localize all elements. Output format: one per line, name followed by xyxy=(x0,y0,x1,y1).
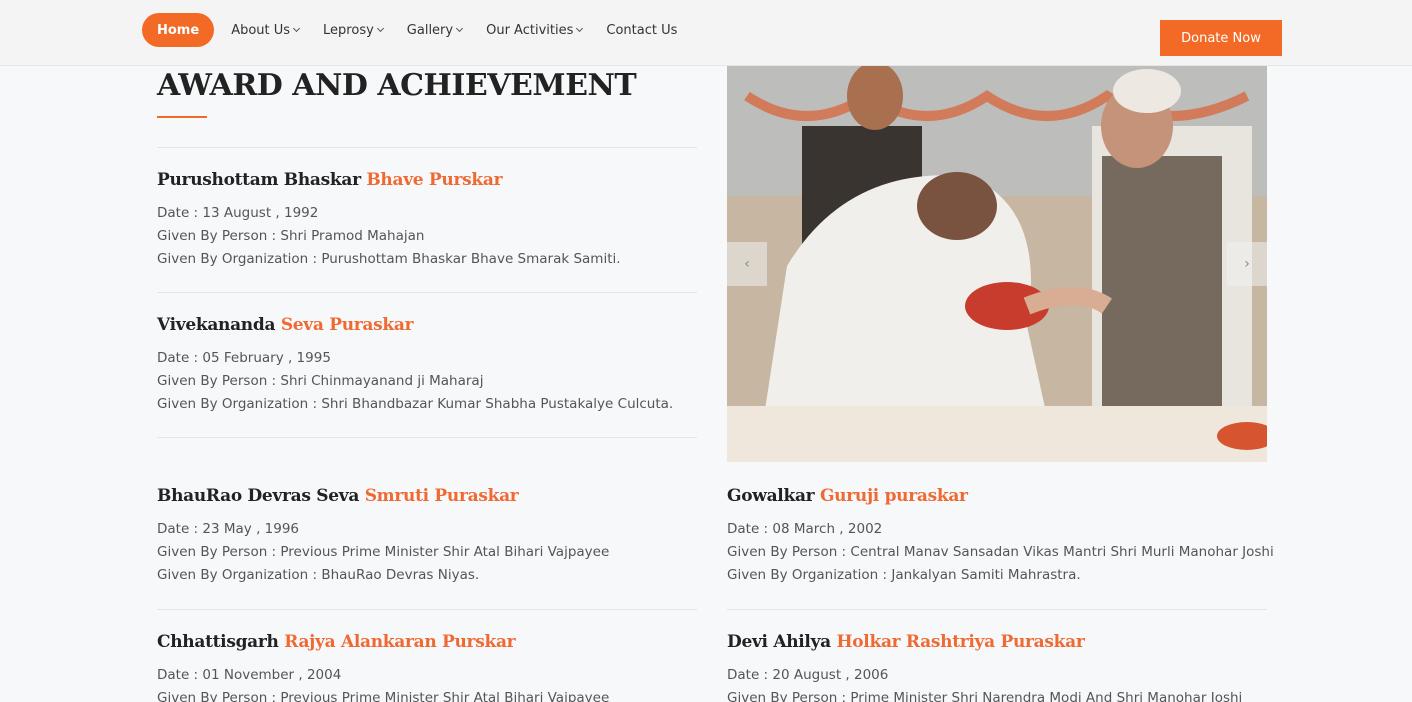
main-nav: Home About Us Leprosy Gallery Our Activi… xyxy=(142,13,701,47)
award-title-highlight: Smruti Puraskar xyxy=(364,486,519,506)
chevron-down-icon xyxy=(376,24,384,33)
award-title-main: Chhattisgarh xyxy=(157,632,279,652)
nav-home-label: Home xyxy=(157,22,200,38)
divider xyxy=(157,147,697,148)
award-title-main: Vivekananda xyxy=(157,315,276,335)
award-organization: Given By Organization : BhauRao Devras N… xyxy=(157,567,480,583)
award-title-highlight: Seva Puraskar xyxy=(280,315,414,335)
nav-leprosy[interactable]: Leprosy xyxy=(323,13,384,47)
award-person: Given By Person : Shri Chinmayanand ji M… xyxy=(157,373,484,389)
carousel-prev-button[interactable]: ‹ xyxy=(727,242,767,286)
divider xyxy=(157,437,697,438)
award-title: BhauRao Devras Seva Smruti Puraskar xyxy=(157,486,697,506)
award-title: Gowalkar Guruji puraskar xyxy=(727,486,1267,506)
photo-carousel[interactable]: ‹ › xyxy=(727,66,1267,462)
title-underline xyxy=(157,116,207,118)
award-person: Given By Person : Previous Prime Ministe… xyxy=(157,690,610,702)
award-date: Date : 20 August , 2006 xyxy=(727,667,889,683)
award-title: Purushottam Bhaskar Bhave Purskar xyxy=(157,170,697,190)
chevron-right-icon: › xyxy=(1244,256,1250,272)
award-date: Date : 01 November , 2004 xyxy=(157,667,342,683)
award-title-main: Gowalkar xyxy=(727,486,815,506)
nav-our-activities[interactable]: Our Activities xyxy=(486,13,584,47)
award-date: Date : 23 May , 1996 xyxy=(157,521,300,537)
award-item-divider xyxy=(157,437,697,438)
award-title-main: BhauRao Devras Seva xyxy=(157,486,360,506)
divider xyxy=(727,609,1267,610)
award-title-highlight: Holkar Rashtriya Puraskar xyxy=(836,632,1085,652)
award-ceremony-photo xyxy=(727,66,1267,462)
award-organization: Given By Organization : Shri Bhandbazar … xyxy=(157,396,674,412)
chevron-left-icon: ‹ xyxy=(744,256,750,272)
award-title-highlight: Guruji puraskar xyxy=(819,486,968,506)
site-header: Home About Us Leprosy Gallery Our Activi… xyxy=(0,0,1412,66)
nav-contact-label: Contact Us xyxy=(606,22,678,38)
award-date: Date : 05 February , 1995 xyxy=(157,350,331,366)
award-date: Date : 13 August , 1992 xyxy=(157,205,319,221)
nav-about-label: About Us xyxy=(231,22,291,38)
donate-button[interactable]: Donate Now xyxy=(1160,20,1282,56)
award-item: Gowalkar Guruji puraskar Date : 08 March… xyxy=(727,464,1274,587)
award-ceremony-illustration xyxy=(727,66,1267,462)
divider xyxy=(157,609,697,610)
nav-gallery-label: Gallery xyxy=(406,22,454,38)
award-item: Chhattisgarh Rajya Alankaran Purskar Dat… xyxy=(157,609,697,702)
nav-leprosy-label: Leprosy xyxy=(323,22,374,38)
award-item: Devi Ahilya Holkar Rashtriya Puraskar Da… xyxy=(727,609,1267,702)
page-title: AWARD AND ACHIEVEMENT xyxy=(157,68,637,103)
award-person: Given By Person : Previous Prime Ministe… xyxy=(157,544,610,560)
award-title-highlight: Bhave Purskar xyxy=(366,170,503,190)
nav-activities-label: Our Activities xyxy=(486,22,574,38)
chevron-down-icon xyxy=(293,24,301,33)
nav-contact-us[interactable]: Contact Us xyxy=(606,13,677,47)
divider xyxy=(157,292,697,293)
nav-gallery[interactable]: Gallery xyxy=(406,13,464,47)
award-item: Vivekananda Seva Puraskar Date : 05 Febr… xyxy=(157,292,697,416)
award-title-highlight: Rajya Alankaran Purskar xyxy=(284,632,516,652)
award-title: Devi Ahilya Holkar Rashtriya Puraskar xyxy=(727,632,1267,652)
award-organization: Given By Organization : Jankalyan Samiti… xyxy=(727,567,1081,583)
nav-home[interactable]: Home xyxy=(142,13,215,47)
award-person: Given By Person : Central Manav Sansadan… xyxy=(727,544,1274,560)
chevron-down-icon xyxy=(576,24,584,33)
award-person: Given By Person : Prime Minister Shri Na… xyxy=(727,690,1243,702)
award-person: Given By Person : Shri Pramod Mahajan xyxy=(157,228,425,244)
chevron-down-icon xyxy=(456,24,464,33)
award-title: Chhattisgarh Rajya Alankaran Purskar xyxy=(157,632,697,652)
nav-about-us[interactable]: About Us xyxy=(231,13,301,47)
award-date: Date : 08 March , 2002 xyxy=(727,521,883,537)
award-item: Purushottam Bhaskar Bhave Purskar Date :… xyxy=(157,147,697,271)
award-title-main: Purushottam Bhaskar xyxy=(157,170,361,190)
award-item: BhauRao Devras Seva Smruti Puraskar Date… xyxy=(157,464,697,587)
award-title: Vivekananda Seva Puraskar xyxy=(157,315,697,335)
carousel-next-button[interactable]: › xyxy=(1227,242,1267,286)
award-title-main: Devi Ahilya xyxy=(727,632,831,652)
award-organization: Given By Organization : Purushottam Bhas… xyxy=(157,251,621,267)
